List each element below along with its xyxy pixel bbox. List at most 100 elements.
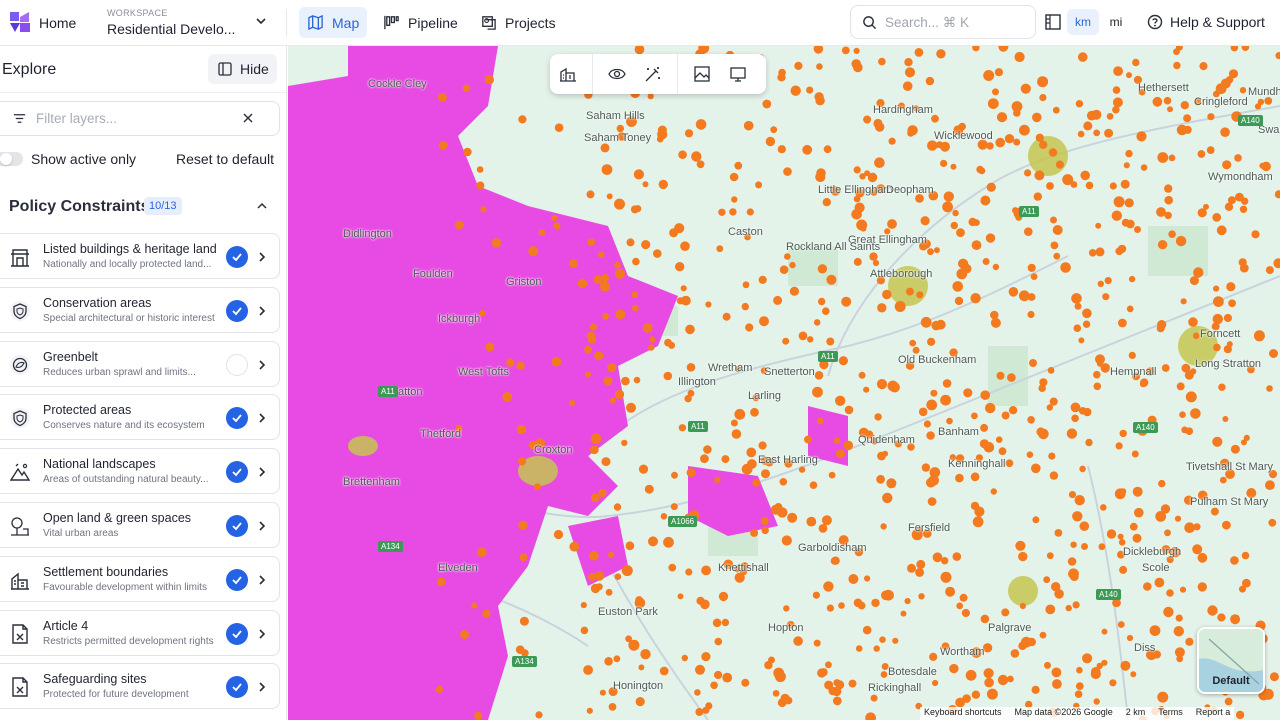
- chevron-right-icon[interactable]: [256, 680, 268, 694]
- planning-point: [853, 598, 863, 608]
- layer-checkbox[interactable]: [226, 568, 248, 591]
- planning-point: [1159, 696, 1166, 703]
- layer-checkbox[interactable]: [226, 515, 248, 537]
- filter-layers-input[interactable]: [36, 111, 236, 126]
- place-label: West Tofts: [458, 366, 509, 378]
- home-link[interactable]: Home: [39, 15, 76, 31]
- chevron-right-icon[interactable]: [256, 465, 268, 479]
- tool-visibility[interactable]: [599, 54, 635, 94]
- layer-item[interactable]: Greenbelt Reduces urban sprawl and limits…: [0, 340, 280, 387]
- layer-checkbox[interactable]: [226, 622, 248, 645]
- close-icon[interactable]: [242, 112, 254, 124]
- planning-point: [1185, 391, 1197, 403]
- layer-item[interactable]: Article 4 Restricts permitted development…: [0, 609, 280, 656]
- planning-point: [835, 449, 846, 459]
- planning-point: [1067, 557, 1077, 566]
- workspace-name: Residential Develo...: [107, 21, 236, 37]
- planning-point: [587, 238, 596, 247]
- report-link[interactable]: Report a: [1196, 707, 1231, 720]
- planning-point: [870, 694, 878, 702]
- planning-point: [647, 93, 654, 100]
- place-label: Little Ellingham: [818, 184, 893, 196]
- planning-point: [480, 206, 487, 213]
- chevron-right-icon[interactable]: [256, 358, 268, 372]
- tool-image[interactable]: [684, 54, 720, 94]
- layer-checkbox[interactable]: [226, 246, 248, 268]
- map-canvas[interactable]: Cockle Cley Saham Hills Saham Toney Harding…: [288, 46, 1280, 720]
- planning-point: [855, 645, 863, 652]
- planning-point: [613, 655, 621, 663]
- layer-item[interactable]: Protected areas Conserves nature and its …: [0, 394, 280, 441]
- ruler-grid-icon[interactable]: [1044, 13, 1062, 31]
- planning-point: [818, 297, 826, 306]
- layer-item[interactable]: Settlement boundaries Favourable developm…: [0, 555, 280, 602]
- planning-point: [436, 577, 446, 587]
- layer-checkbox[interactable]: [226, 461, 248, 484]
- layer-checkbox[interactable]: [226, 407, 248, 430]
- planning-point: [1164, 529, 1171, 537]
- sidebar-panel-icon: [218, 62, 232, 76]
- help-support-link[interactable]: Help & Support: [1147, 14, 1265, 30]
- hide-sidebar-button[interactable]: Hide: [208, 54, 277, 84]
- reset-default-link[interactable]: Reset to default: [176, 151, 274, 167]
- nav-pipeline[interactable]: Pipeline: [375, 7, 466, 38]
- chevron-down-icon[interactable]: [254, 14, 268, 28]
- planning-point: [641, 240, 651, 250]
- planning-point: [601, 457, 611, 467]
- planning-point: [580, 602, 587, 609]
- planning-point: [1113, 66, 1123, 76]
- planning-point: [1192, 332, 1200, 340]
- section-count-badge: 10/13: [144, 197, 182, 215]
- layer-checkbox[interactable]: [226, 676, 248, 699]
- layer-item[interactable]: Safeguarding sites Protected for future d…: [0, 663, 280, 710]
- chevron-right-icon[interactable]: [256, 573, 268, 587]
- search-box[interactable]: [850, 5, 1036, 39]
- nav-projects[interactable]: Projects: [472, 7, 564, 38]
- unit-mi-button[interactable]: mi: [1100, 9, 1132, 35]
- planning-point: [819, 668, 828, 677]
- workspace-selector[interactable]: WORKSPACE Residential Develo...: [107, 8, 235, 37]
- chevron-right-icon[interactable]: [256, 304, 268, 318]
- app-logo-icon[interactable]: [7, 9, 33, 35]
- terms-link[interactable]: Terms: [1158, 707, 1183, 720]
- planning-point: [502, 392, 513, 402]
- chevron-right-icon[interactable]: [256, 627, 268, 641]
- unit-km-button[interactable]: km: [1067, 9, 1099, 35]
- search-input[interactable]: [885, 14, 1025, 30]
- show-active-toggle[interactable]: [0, 152, 23, 166]
- layer-item[interactable]: Open land & green spaces Vital urban area…: [0, 502, 280, 548]
- chevron-right-icon[interactable]: [256, 519, 268, 533]
- planning-point: [1093, 129, 1101, 137]
- planning-point: [1167, 106, 1173, 113]
- planning-point: [1039, 140, 1048, 149]
- chevron-up-icon[interactable]: [255, 199, 269, 213]
- keyboard-shortcuts-link[interactable]: Keyboard shortcuts: [924, 707, 1002, 720]
- planning-point: [590, 433, 602, 445]
- toggle-knob: [0, 153, 12, 165]
- layer-checkbox[interactable]: [226, 299, 248, 322]
- planning-point: [971, 412, 978, 420]
- filter-layers-box[interactable]: [0, 101, 280, 136]
- layer-item[interactable]: Listed buildings & heritage land National…: [0, 233, 280, 279]
- planning-point: [685, 568, 693, 576]
- planning-point: [1109, 679, 1117, 687]
- planning-point: [994, 68, 1004, 77]
- planning-point: [1216, 225, 1227, 236]
- planning-point: [1075, 682, 1084, 690]
- layer-checkbox[interactable]: [226, 353, 248, 376]
- planning-point: [871, 598, 880, 608]
- section-title[interactable]: Policy Constraints: [9, 198, 149, 216]
- planning-point: [986, 688, 998, 700]
- layer-item[interactable]: National landscapes Areas of outstanding …: [0, 448, 280, 495]
- nav-map[interactable]: Map: [299, 7, 368, 38]
- layer-item[interactable]: Conservation areas Special architectural …: [0, 286, 280, 333]
- chevron-right-icon[interactable]: [256, 250, 268, 264]
- tool-present[interactable]: [720, 54, 756, 94]
- chevron-right-icon[interactable]: [256, 411, 268, 425]
- layer-name: Greenbelt: [43, 349, 98, 364]
- basemap-switcher[interactable]: Default: [1197, 627, 1265, 694]
- planning-point: [1078, 407, 1087, 415]
- planning-point: [1072, 601, 1080, 609]
- tool-magic[interactable]: [635, 54, 671, 94]
- tool-buildings[interactable]: [550, 54, 586, 94]
